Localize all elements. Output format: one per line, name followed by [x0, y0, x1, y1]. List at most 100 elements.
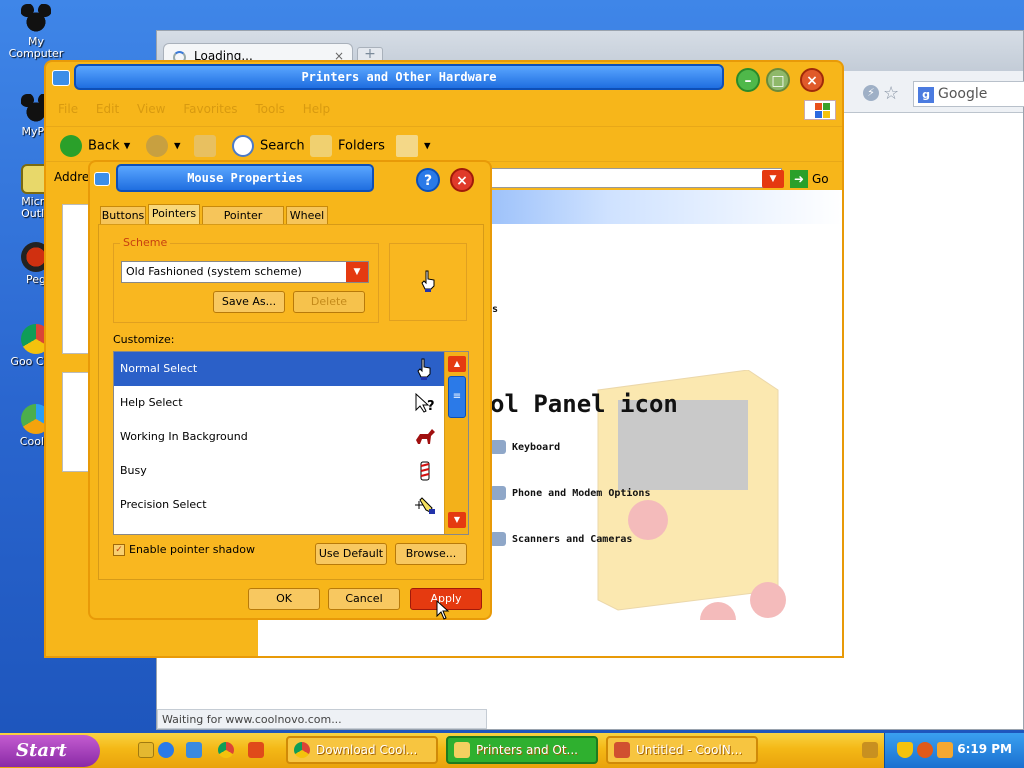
- show-desktop-icon[interactable]: [862, 742, 878, 758]
- shield-icon[interactable]: [897, 742, 913, 758]
- pointer-preview: [389, 243, 467, 321]
- taskbar-button-printers[interactable]: Printers and Ot...: [446, 736, 598, 764]
- go-arrow-icon[interactable]: ➜: [790, 170, 808, 188]
- search-button[interactable]: Search: [232, 135, 305, 157]
- quicklaunch-desktop-icon[interactable]: [138, 742, 154, 758]
- list-scrollbar[interactable]: ▲ ≡ ▼: [444, 352, 468, 534]
- system-tray: 6:19 PM: [884, 733, 1024, 768]
- windows-logo-icon: [804, 100, 836, 120]
- scanners-cameras-link[interactable]: Scanners and Cameras: [490, 532, 632, 546]
- browse-button[interactable]: Browse...: [395, 543, 467, 565]
- quicklaunch-arrow-icon[interactable]: [248, 742, 264, 758]
- up-folder-button[interactable]: [194, 135, 222, 157]
- list-item[interactable]: Working In Background: [114, 420, 444, 454]
- list-item[interactable]: Help Select ?: [114, 386, 444, 420]
- folders-icon: [310, 135, 332, 157]
- search-icon: [232, 135, 254, 157]
- up-folder-icon: [194, 135, 216, 157]
- ok-button[interactable]: OK: [248, 588, 320, 610]
- scheme-select[interactable]: Old Fashioned (system scheme) ▼: [121, 261, 369, 283]
- mouse-cursor-icon: [436, 600, 450, 620]
- search-box[interactable]: g Google: [913, 81, 1024, 107]
- bookmark-star-icon[interactable]: ☆: [883, 83, 899, 104]
- cancel-button[interactable]: Cancel: [328, 588, 400, 610]
- hand-pointer-icon: [421, 270, 435, 292]
- dialog-app-icon: [94, 172, 110, 186]
- views-button[interactable]: ▾: [396, 135, 431, 157]
- explorer-title-bar[interactable]: Printers and Other Hardware: [74, 64, 724, 90]
- scroll-up-icon[interactable]: ▲: [448, 356, 466, 372]
- maximize-icon[interactable]: □: [766, 68, 790, 92]
- lightning-icon[interactable]: ⚡: [863, 85, 879, 101]
- folders-label: Folders: [338, 138, 385, 154]
- scroll-down-icon[interactable]: ▼: [448, 512, 466, 528]
- volume-icon[interactable]: [937, 742, 953, 758]
- menu-favorites[interactable]: Favorites: [183, 102, 237, 116]
- phone-modem-link[interactable]: Phone and Modem Options: [490, 486, 650, 500]
- quicklaunch-ie-icon[interactable]: [158, 742, 174, 758]
- horse-icon: [416, 429, 435, 444]
- pointers-panel: Scheme Old Fashioned (system scheme) ▼ S…: [98, 224, 484, 580]
- phone-icon: [490, 486, 506, 500]
- menu-file[interactable]: File: [58, 102, 78, 116]
- quicklaunch-media-icon[interactable]: [186, 742, 202, 758]
- tab-pointers[interactable]: Pointers: [148, 204, 200, 226]
- tab-wheel[interactable]: Wheel: [286, 206, 328, 226]
- start-button[interactable]: Start: [0, 735, 100, 767]
- scroll-thumb[interactable]: ≡: [448, 376, 466, 418]
- list-item[interactable]: Normal Select: [114, 352, 444, 386]
- paint-icon: [614, 742, 630, 758]
- content-heading: ol Panel icon: [490, 390, 678, 418]
- forward-button[interactable]: ▾: [146, 135, 181, 157]
- back-label: Back: [88, 138, 120, 154]
- pointer-shadow-checkbox[interactable]: ✓ Enable pointer shadow: [113, 543, 255, 556]
- desktop-icon-my-computer[interactable]: My Computer: [6, 4, 66, 60]
- menu-tools[interactable]: Tools: [255, 102, 285, 116]
- list-item[interactable]: Busy: [114, 454, 444, 488]
- use-default-button[interactable]: Use Default: [315, 543, 387, 565]
- back-arrow-icon: [60, 135, 82, 157]
- desktop-icon-label: Peg: [26, 273, 46, 286]
- scheme-label: Scheme: [120, 236, 171, 249]
- hand-pointer-icon: [417, 358, 431, 380]
- close-icon[interactable]: ×: [800, 68, 824, 92]
- menu-edit[interactable]: Edit: [96, 102, 119, 116]
- go-label[interactable]: Go: [812, 172, 829, 186]
- keyboard-link[interactable]: Keyboard: [490, 440, 560, 454]
- taskbar-button-download[interactable]: Download Cool...: [286, 736, 438, 764]
- address-dropdown-icon[interactable]: ▼: [762, 170, 784, 188]
- folders-button[interactable]: Folders: [310, 135, 385, 157]
- customize-label: Customize:: [113, 333, 175, 346]
- delete-button[interactable]: Delete: [293, 291, 365, 313]
- menu-help[interactable]: Help: [303, 102, 330, 116]
- mickey-icon: [21, 4, 51, 34]
- list-item[interactable]: Precision Select: [114, 488, 444, 522]
- back-button[interactable]: Back ▾: [60, 135, 130, 157]
- camera-icon: [490, 532, 506, 546]
- quicklaunch-chrome-icon[interactable]: [218, 742, 234, 758]
- pointer-list[interactable]: Normal Select Help Select ? Working In B…: [113, 351, 469, 535]
- browser-status-bar: Waiting for www.coolnovo.com...: [157, 709, 487, 729]
- keyboard-icon: [490, 440, 506, 454]
- folder-icon: [454, 742, 470, 758]
- google-icon: g: [918, 87, 934, 103]
- save-as-button[interactable]: Save As...: [213, 291, 285, 313]
- menu-view[interactable]: View: [137, 102, 165, 116]
- clock: 6:19 PM: [957, 742, 1012, 756]
- chevron-down-icon[interactable]: ▼: [346, 262, 368, 282]
- scheme-value: Old Fashioned (system scheme): [126, 265, 302, 278]
- taskbar-button-untitled[interactable]: Untitled - CoolN...: [606, 736, 758, 764]
- help-icon[interactable]: ?: [416, 168, 440, 192]
- tab-pointer-options[interactable]: Pointer Options: [202, 206, 284, 240]
- network-icon[interactable]: [917, 742, 933, 758]
- checkbox-check-icon[interactable]: ✓: [113, 544, 125, 556]
- search-label: Search: [260, 138, 305, 154]
- minimize-icon[interactable]: –: [736, 68, 760, 92]
- tab-buttons[interactable]: Buttons: [100, 206, 146, 226]
- window-app-icon[interactable]: [52, 70, 70, 86]
- close-icon[interactable]: ×: [450, 168, 474, 192]
- dialog-title-bar[interactable]: Mouse Properties: [116, 164, 374, 192]
- svg-text:?: ?: [427, 399, 435, 414]
- barber-pole-icon: [420, 461, 430, 481]
- mouse-properties-dialog: Mouse Properties ? × Buttons Pointers Po…: [88, 160, 492, 620]
